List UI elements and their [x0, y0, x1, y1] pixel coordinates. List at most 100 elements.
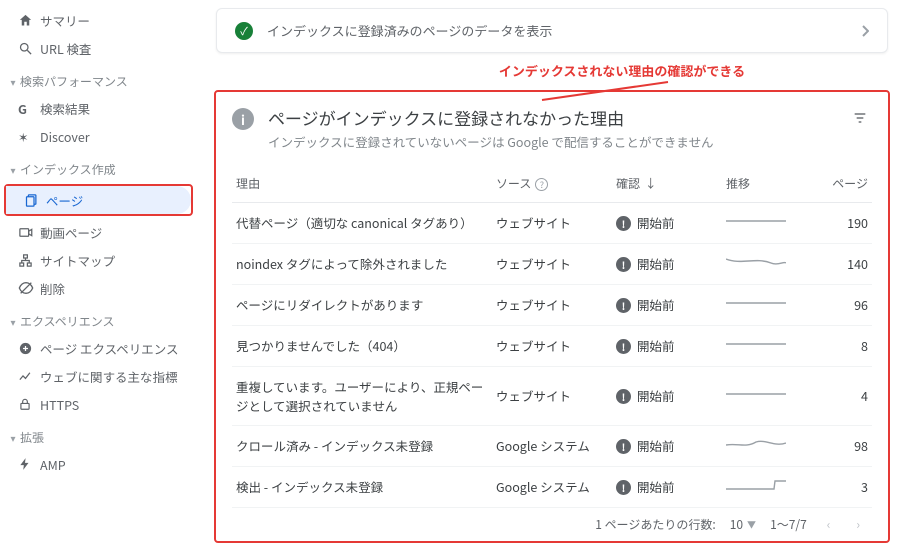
reasons-table: 理由 ソース? 確認 ↓ 推移 ページ 代替ページ（適切な canonical … — [232, 169, 872, 508]
nav-summary[interactable]: サマリー — [0, 6, 199, 34]
chart-icon — [18, 369, 40, 384]
cell-source: Google システム — [492, 466, 612, 507]
pager-prev[interactable]: ‹ — [821, 516, 837, 533]
not-indexed-reasons-card: i ページがインデックスに登録されなかった理由 インデックスに登録されていないペ… — [214, 90, 890, 543]
cell-validation: !開始前 — [612, 243, 722, 284]
plus-circle-icon — [18, 341, 40, 356]
nav-section-label: エクスペリエンス — [20, 313, 115, 330]
warning-icon: ! — [616, 389, 631, 404]
main-content: ✓ インデックスに登録済みのページのデータを表示 インデックスされない理由の確認… — [200, 0, 900, 518]
nav-page-experience[interactable]: ページ エクスペリエンス — [0, 334, 199, 362]
pages-icon — [24, 193, 46, 208]
nav-section-indexing[interactable]: ▾ インデックス作成 — [0, 156, 199, 182]
table-row[interactable]: noindex タグによって除外されましたウェブサイト!開始前140 — [232, 243, 872, 284]
cell-pages: 96 — [802, 284, 872, 325]
filter-icon[interactable] — [848, 106, 872, 130]
cell-reason: クロール済み - インデックス未登録 — [232, 425, 492, 466]
table-row[interactable]: ページにリダイレクトがありますウェブサイト!開始前96 — [232, 284, 872, 325]
cell-source: ウェブサイト — [492, 202, 612, 243]
cell-trend — [722, 325, 802, 366]
nav-core-web-vitals[interactable]: ウェブに関する主な指標 — [0, 362, 199, 390]
cell-pages: 3 — [802, 466, 872, 507]
card-title: ページがインデックスに登録されなかった理由 — [268, 106, 714, 130]
pager-next[interactable]: › — [850, 516, 866, 533]
lock-icon — [18, 397, 40, 411]
cell-source: Google システム — [492, 425, 612, 466]
cell-trend — [722, 243, 802, 284]
cell-reason: 検出 - インデックス未登録 — [232, 466, 492, 507]
cell-trend — [722, 366, 802, 425]
col-trend[interactable]: 推移 — [722, 169, 802, 203]
nav-label: HTTPS — [40, 395, 79, 414]
cell-pages: 8 — [802, 325, 872, 366]
sitemap-icon — [18, 253, 40, 268]
cell-validation: !開始前 — [612, 425, 722, 466]
col-source[interactable]: ソース? — [492, 169, 612, 203]
col-pages[interactable]: ページ — [802, 169, 872, 203]
nav-label: 動画ページ — [40, 223, 102, 242]
banner-text: インデックスに登録済みのページのデータを表示 — [267, 21, 552, 40]
remove-icon — [18, 280, 40, 296]
rows-per-page-label: 1 ページあたりの行数: — [595, 516, 715, 533]
nav-section-label: 検索パフォーマンス — [20, 73, 128, 90]
cell-validation: !開始前 — [612, 325, 722, 366]
nav-url-inspect[interactable]: URL 検査 — [0, 34, 199, 62]
caret-down-icon: ▾ — [6, 74, 20, 89]
nav-section-search-performance[interactable]: ▾ 検索パフォーマンス — [0, 68, 199, 94]
caret-down-icon: ▾ — [6, 162, 20, 177]
nav-label: 削除 — [40, 279, 65, 298]
table-pager: 1 ページあたりの行数: 10 ▼ 1～7/7 ‹ › — [232, 508, 872, 535]
nav-discover[interactable]: ✶ Discover — [0, 122, 199, 150]
cell-pages: 4 — [802, 366, 872, 425]
caret-down-icon: ▼ — [747, 518, 756, 531]
cell-trend — [722, 284, 802, 325]
nav-section-label: インデックス作成 — [20, 161, 116, 178]
nav-section-enhancements[interactable]: ▾ 拡張 — [0, 424, 199, 450]
cell-reason: 代替ページ（適切な canonical タグあり） — [232, 202, 492, 243]
cell-trend — [722, 202, 802, 243]
nav-search-results[interactable]: G 検索結果 — [0, 94, 199, 122]
nav-label: ページ エクスペリエンス — [40, 339, 179, 358]
table-row[interactable]: 検出 - インデックス未登録Google システム!開始前 3 — [232, 466, 872, 507]
nav-amp[interactable]: AMP — [0, 450, 199, 478]
table-row[interactable]: 見つかりませんでした（404）ウェブサイト!開始前8 — [232, 325, 872, 366]
sidebar: サマリー URL 検査 ▾ 検索パフォーマンス G 検索結果 ✶ Discove… — [0, 0, 200, 518]
rows-per-page-select[interactable]: 10 ▼ — [730, 516, 756, 533]
cell-pages: 190 — [802, 202, 872, 243]
help-icon[interactable]: ? — [535, 178, 548, 191]
nav-video-pages[interactable]: 動画ページ — [0, 218, 199, 246]
indexed-data-banner[interactable]: ✓ インデックスに登録済みのページのデータを表示 — [216, 8, 888, 53]
caret-down-icon: ▾ — [6, 314, 20, 329]
nav-label: ページ — [46, 191, 83, 210]
nav-https[interactable]: HTTPS — [0, 390, 199, 418]
nav-section-experience[interactable]: ▾ エクスペリエンス — [0, 308, 199, 334]
col-reason[interactable]: 理由 — [232, 169, 492, 203]
nav-sitemaps[interactable]: サイトマップ — [0, 246, 199, 274]
nav-pages[interactable]: ページ — [6, 186, 191, 214]
search-icon — [18, 41, 40, 56]
sparkle-icon: ✶ — [18, 127, 40, 146]
table-row[interactable]: 代替ページ（適切な canonical タグあり）ウェブサイト!開始前190 — [232, 202, 872, 243]
home-icon — [18, 13, 40, 28]
chevron-right-icon — [861, 25, 869, 37]
caret-down-icon: ▾ — [6, 430, 20, 445]
annotation-highlight-sidebar: ページ — [4, 184, 193, 216]
nav-label: URL 検査 — [40, 39, 92, 58]
cell-source: ウェブサイト — [492, 243, 612, 284]
nav-label: ウェブに関する主な指標 — [40, 367, 178, 386]
cell-source: ウェブサイト — [492, 325, 612, 366]
nav-label: サイトマップ — [40, 251, 115, 270]
nav-section-label: 拡張 — [20, 429, 44, 446]
cell-validation: !開始前 — [612, 466, 722, 507]
sort-down-icon: ↓ — [642, 175, 657, 192]
cell-trend — [722, 425, 802, 466]
col-validation[interactable]: 確認 ↓ — [612, 169, 722, 203]
info-icon: i — [232, 108, 254, 130]
table-row[interactable]: 重複しています。ユーザーにより、正規ページとして選択されていませんウェブサイト!… — [232, 366, 872, 425]
nav-label: Discover — [40, 127, 90, 146]
nav-removals[interactable]: 削除 — [0, 274, 199, 302]
warning-icon: ! — [616, 339, 631, 354]
cell-pages: 140 — [802, 243, 872, 284]
table-row[interactable]: クロール済み - インデックス未登録Google システム!開始前98 — [232, 425, 872, 466]
cell-source: ウェブサイト — [492, 366, 612, 425]
